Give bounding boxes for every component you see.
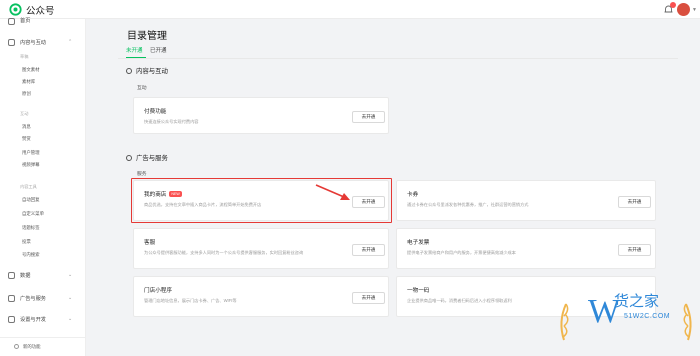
card-title: 电子发票	[407, 240, 430, 246]
sidebar-sub-item[interactable]: 视频弹幕	[22, 162, 40, 168]
section-content-interaction: 内容与互动	[126, 66, 168, 75]
watermark-brand: 货之家	[614, 294, 660, 310]
home-icon	[8, 18, 15, 25]
plus-icon	[14, 344, 19, 349]
section-sub-label: 服务	[137, 172, 147, 177]
sidebar-sub-item[interactable]: 素材库	[22, 79, 35, 85]
chevron-down-icon[interactable]: ▼	[692, 7, 697, 13]
card-desc: 为公众号提供客服功能，支持多人同时为一个公众号提供客服服务，实时回复粉丝咨询	[144, 250, 304, 255]
chevron-down-icon: ⌄	[68, 316, 73, 322]
card-title: 客服	[144, 240, 156, 246]
chart-icon	[8, 272, 15, 279]
ads-icon	[8, 295, 15, 302]
sidebar-group-label: 内容工具	[20, 184, 37, 189]
gear-icon	[8, 316, 15, 323]
card-desc: 提供电子发票给商户和用户的服务，开票便捷高效减少成本	[407, 250, 516, 255]
wechat-logo-icon	[9, 3, 22, 16]
card-desc: 企业提供商品唯一码，消费者扫码后进入小程序领取返利	[407, 298, 512, 303]
sidebar-sub-item[interactable]: 用户管理	[22, 150, 40, 156]
sidebar-item-data[interactable]: 数据 ⌄	[0, 271, 86, 281]
sidebar-item-label: 设置与开发	[20, 317, 46, 323]
top-bar: 公众号 ▼	[0, 0, 700, 19]
watermark-url: 51W2C.COM	[624, 313, 671, 320]
sidebar-sub-item[interactable]: 话题标签	[22, 225, 40, 231]
content-icon	[8, 39, 15, 46]
annotation-arrow	[315, 184, 350, 200]
section-sub-label: 互动	[137, 86, 147, 91]
sidebar-sub-item[interactable]: 消息	[22, 124, 31, 130]
ads-icon	[126, 155, 132, 161]
section-title: 内容与互动	[136, 68, 168, 75]
sidebar-item-label: 广告与服务	[20, 296, 46, 302]
sidebar-item-home[interactable]: 首页	[0, 18, 86, 27]
sidebar-group-label: 互动	[20, 111, 29, 116]
sidebar-item-label: 数据	[20, 273, 31, 279]
card-e-invoice: 电子发票 提供电子发票给商户和用户的服务，开票便捷高效减少成本 去开通	[396, 228, 656, 269]
sidebar-sub-item[interactable]: 图文素材	[22, 67, 40, 73]
tab-enabled[interactable]: 已开通	[150, 46, 167, 54]
app-brand: 公众号	[26, 6, 55, 17]
card-desc: 管理门店地址信息，展示门店卡券、广告、WIFI等	[144, 298, 237, 303]
sidebar-sub-item[interactable]: 号内搜索	[22, 252, 40, 258]
card-coupon: 卡券 通过卡券在公众号里派发各种优惠券，推广，社群运营的营销方式 去开通	[396, 180, 656, 221]
avatar[interactable]	[677, 3, 690, 16]
sidebar-sub-item[interactable]: 原创	[22, 91, 31, 97]
card-title: 一物一码	[407, 288, 430, 294]
card-desc: 快速连接公众号实现付费内容	[144, 119, 199, 124]
section-ads-service: 广告与服务	[126, 153, 168, 162]
card-title: 付费功能	[144, 109, 167, 115]
content-icon	[126, 68, 132, 74]
card-title: 卡券	[407, 192, 419, 198]
sidebar-item-label: 内容与互动	[20, 40, 46, 46]
sidebar-item-content[interactable]: 内容与互动 ⌃	[0, 38, 86, 48]
card-title: 门店小程序	[144, 288, 172, 294]
sidebar-item-settings[interactable]: 设置与开发 ⌄	[0, 315, 86, 325]
enable-button[interactable]: 去开通	[618, 244, 651, 256]
card-store-miniprogram: 门店小程序 管理门店地址信息，展示门店卡券、广告、WIFI等 去开通	[133, 276, 389, 317]
sidebar-sub-item[interactable]: 自定义菜单	[22, 211, 44, 217]
page-title: 目录管理	[127, 31, 167, 42]
sidebar-item-label: 首页	[20, 18, 31, 24]
sidebar-sub-item[interactable]: 投票	[22, 239, 31, 245]
tab-not-enabled[interactable]: 未开通	[126, 46, 143, 54]
card-desc: 通过卡券在公众号里派发各种优惠券，推广，社群运营的营销方式	[407, 202, 529, 207]
enable-button[interactable]: 去开通	[352, 292, 385, 304]
sidebar-sub-item[interactable]: 赞赏	[22, 136, 31, 142]
sidebar-sub-draft[interactable]: 草稿	[20, 54, 28, 60]
enable-button[interactable]: 去开通	[352, 244, 385, 256]
sidebar-item-ads[interactable]: 广告与服务 ⌄	[0, 294, 86, 304]
sidebar-bottom-label: 新的功能	[23, 344, 41, 349]
chevron-down-icon: ⌄	[68, 272, 73, 278]
enable-button[interactable]: 去开通	[352, 111, 385, 123]
sidebar-new-features[interactable]: 新的功能	[0, 337, 86, 356]
enable-button[interactable]: 去开通	[618, 196, 651, 208]
divider	[118, 58, 678, 59]
card-customer-service: 客服 为公众号提供客服功能，支持多人同时为一个公众号提供客服服务，实时回复粉丝咨…	[133, 228, 389, 269]
sidebar-sub-item[interactable]: 自动回复	[22, 197, 40, 203]
chevron-up-icon: ⌃	[68, 39, 73, 45]
chevron-down-icon: ⌄	[68, 295, 73, 301]
sidebar: 首页 内容与互动 ⌃ 草稿 图文素材 素材库 原创 互动 消息 赞赏 用户管理 …	[0, 18, 86, 356]
notification-badge	[670, 2, 676, 8]
card-paid-content: 付费功能 快速连接公众号实现付费内容 去开通	[133, 97, 389, 134]
section-title: 广告与服务	[136, 155, 168, 162]
